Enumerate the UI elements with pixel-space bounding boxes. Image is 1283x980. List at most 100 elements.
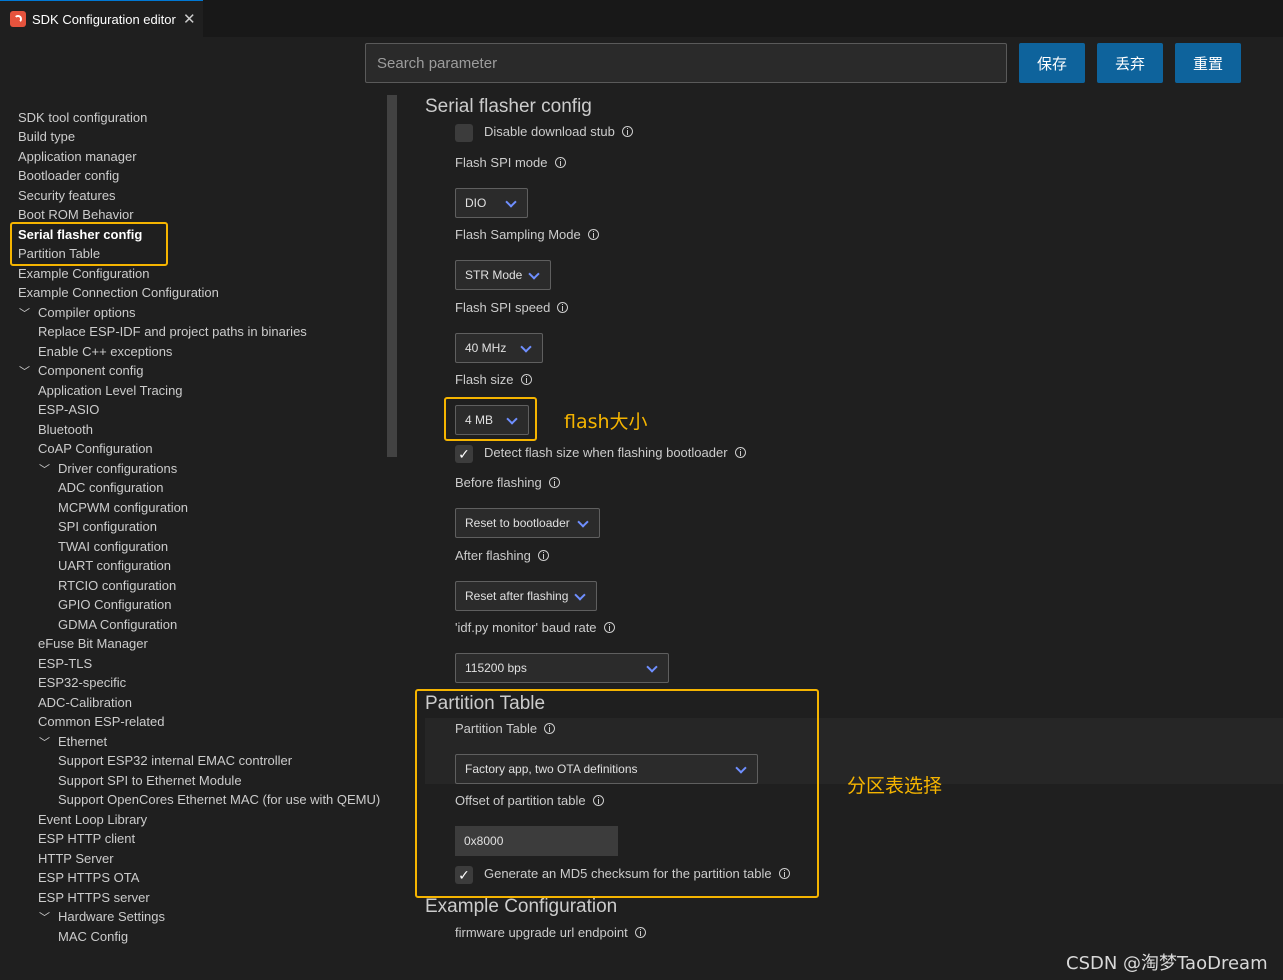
sidebar-item[interactable]: Application manager <box>18 149 137 165</box>
reset-button[interactable]: 重置 <box>1175 43 1241 83</box>
detect-size-label: Detect flash size when flashing bootload… <box>484 445 728 460</box>
sidebar-item[interactable]: Build type <box>18 129 75 145</box>
disable-stub-label: Disable download stub <box>484 124 615 139</box>
before-flashing-select[interactable]: Reset to bootloader <box>455 508 600 538</box>
sidebar-item[interactable]: Example Connection Configuration <box>18 285 219 301</box>
chevron-down-icon <box>574 589 586 601</box>
chevron-down-icon[interactable]: ﹀ <box>19 305 30 321</box>
chevron-down-icon <box>646 661 658 673</box>
info-icon[interactable] <box>557 302 569 313</box>
sidebar-item[interactable]: Example Configuration <box>18 266 150 282</box>
chevron-down-icon[interactable]: ﹀ <box>39 461 50 477</box>
discard-button[interactable]: 丢弃 <box>1097 43 1163 83</box>
search-input[interactable] <box>365 43 1007 83</box>
sidebar-item[interactable]: Enable C++ exceptions <box>38 344 172 360</box>
after-flashing-select[interactable]: Reset after flashing <box>455 581 597 611</box>
sampling-mode-value: STR Mode <box>465 268 523 282</box>
detect-size-checkbox[interactable]: ✓ <box>455 445 473 463</box>
chevron-down-icon[interactable]: ﹀ <box>19 363 30 379</box>
sidebar-item[interactable]: Component config <box>38 363 144 379</box>
spi-mode-select[interactable]: DIO <box>455 188 528 218</box>
sidebar-item[interactable]: SDK tool configuration <box>18 110 147 126</box>
sidebar-item[interactable]: MAC Config <box>58 929 128 945</box>
sidebar-item[interactable]: CoAP Configuration <box>38 441 153 457</box>
sidebar-item[interactable]: Boot ROM Behavior <box>18 207 134 223</box>
highlight-box-sidebar <box>10 222 168 266</box>
sidebar-item[interactable]: MCPWM configuration <box>58 500 188 516</box>
chevron-down-icon <box>528 268 540 280</box>
annotation-partition: 分区表选择 <box>847 775 943 797</box>
label-wrap: Flash SPI speed <box>455 300 569 315</box>
chevron-down-icon[interactable]: ﹀ <box>39 909 50 925</box>
sidebar-item[interactable]: SPI configuration <box>58 519 157 535</box>
chevron-down-icon <box>505 196 517 208</box>
info-icon[interactable] <box>537 550 549 561</box>
sidebar-item[interactable]: Security features <box>18 188 116 204</box>
chevron-down-icon <box>520 341 532 353</box>
info-icon[interactable] <box>603 622 615 633</box>
sidebar-item[interactable]: RTCIO configuration <box>58 578 176 594</box>
sidebar-item[interactable]: Compiler options <box>38 305 136 321</box>
watermark: CSDN @淘梦TaoDream <box>1066 953 1268 974</box>
after-flashing-value: Reset after flashing <box>465 589 569 603</box>
spi-speed-select[interactable]: 40 MHz <box>455 333 543 363</box>
sidebar-item[interactable]: Application Level Tracing <box>38 383 183 399</box>
sidebar-item[interactable]: ADC-Calibration <box>38 695 132 711</box>
info-icon[interactable] <box>548 477 560 488</box>
highlight-box-partition <box>415 689 819 898</box>
info-icon[interactable] <box>621 126 633 137</box>
sidebar-item[interactable]: ESP HTTP client <box>38 831 135 847</box>
before-flashing-value: Reset to bootloader <box>465 516 570 530</box>
save-button[interactable]: 保存 <box>1019 43 1085 83</box>
sidebar-item[interactable]: Bluetooth <box>38 422 93 438</box>
sampling-mode-select[interactable]: STR Mode <box>455 260 551 290</box>
sidebar-item[interactable]: Event Loop Library <box>38 812 147 828</box>
sidebar-item[interactable]: ESP HTTPS server <box>38 890 150 906</box>
checkbox-label-wrap: Disable download stub <box>484 124 633 139</box>
sidebar-item[interactable]: Replace ESP-IDF and project paths in bin… <box>38 324 307 340</box>
chevron-down-icon[interactable]: ﹀ <box>39 734 50 750</box>
sidebar-item[interactable]: Bootloader config <box>18 168 119 184</box>
sidebar-item[interactable]: ESP32-specific <box>38 675 126 691</box>
sidebar-item[interactable]: ADC configuration <box>58 480 164 496</box>
sidebar-item[interactable]: HTTP Server <box>38 851 114 867</box>
baud-rate-select[interactable]: 115200 bps <box>455 653 669 683</box>
info-icon[interactable] <box>587 229 599 240</box>
annotation-flash-size: flash大小 <box>564 411 648 433</box>
espressif-logo-icon <box>10 11 26 27</box>
tab-bar: SDK Configuration editor ✕ <box>0 0 1283 37</box>
highlight-box-flash-size <box>444 397 537 441</box>
baud-rate-label: 'idf.py monitor' baud rate <box>455 620 597 635</box>
spi-mode-label: Flash SPI mode <box>455 155 548 170</box>
label-wrap: Flash Sampling Mode <box>455 227 599 242</box>
sidebar-item[interactable]: Support SPI to Ethernet Module <box>58 773 242 789</box>
label-wrap: firmware upgrade url endpoint <box>455 925 646 940</box>
spi-mode-value: DIO <box>465 196 487 210</box>
tab-title: SDK Configuration editor <box>32 11 176 27</box>
info-icon[interactable] <box>520 374 532 385</box>
sidebar-item[interactable]: UART configuration <box>58 558 171 574</box>
info-icon[interactable] <box>554 157 566 168</box>
sidebar-item[interactable]: Hardware Settings <box>58 909 165 925</box>
sidebar-item[interactable]: GDMA Configuration <box>58 617 177 633</box>
info-icon[interactable] <box>734 447 746 458</box>
tab-sdk-config[interactable]: SDK Configuration editor ✕ <box>0 0 203 37</box>
spi-speed-value: 40 MHz <box>465 341 507 355</box>
sidebar-item[interactable]: ESP-TLS <box>38 656 92 672</box>
sidebar-item[interactable]: Support ESP32 internal EMAC controller <box>58 753 292 769</box>
sidebar-item[interactable]: Support OpenCores Ethernet MAC (for use … <box>58 792 380 808</box>
sidebar-item[interactable]: GPIO Configuration <box>58 597 171 613</box>
sidebar-item[interactable]: eFuse Bit Manager <box>38 636 148 652</box>
label-wrap: Flash size <box>455 372 532 387</box>
sidebar-item[interactable]: ESP HTTPS OTA <box>38 870 139 886</box>
sidebar-item[interactable]: TWAI configuration <box>58 539 168 555</box>
close-icon[interactable]: ✕ <box>183 10 196 28</box>
chevron-down-icon <box>577 516 589 528</box>
sidebar-item[interactable]: Driver configurations <box>58 461 177 477</box>
sidebar-scrollbar[interactable] <box>387 95 397 457</box>
info-icon[interactable] <box>634 927 646 938</box>
sidebar-item[interactable]: Common ESP-related <box>38 714 164 730</box>
disable-stub-checkbox[interactable] <box>455 124 473 142</box>
sidebar-item[interactable]: ESP-ASIO <box>38 402 99 418</box>
sidebar-item[interactable]: Ethernet <box>58 734 107 750</box>
